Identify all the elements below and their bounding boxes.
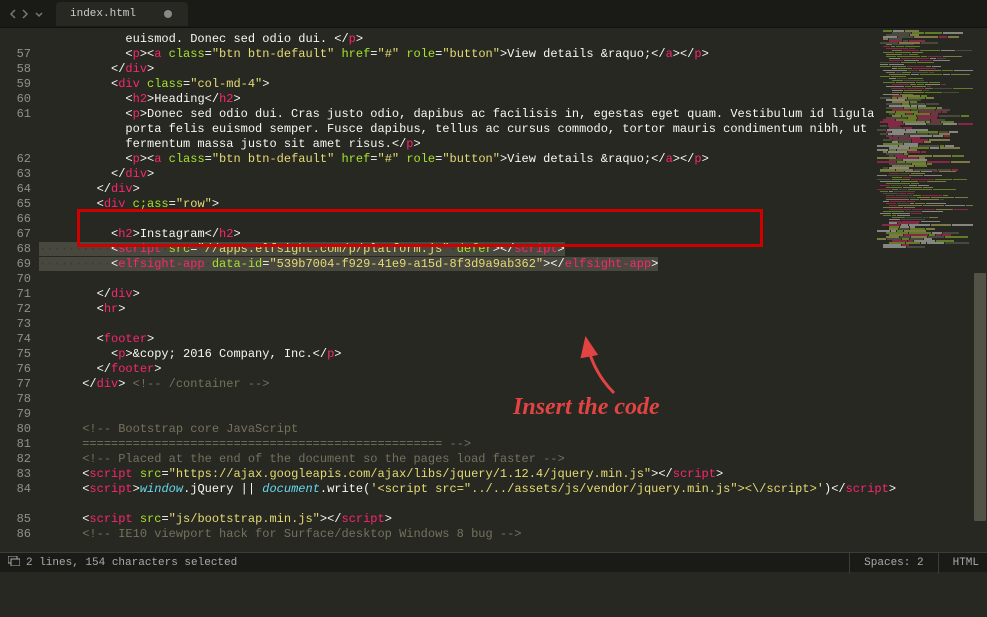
line-number: 71: [0, 287, 31, 302]
line-number: 62: [0, 152, 31, 167]
syntax-mode[interactable]: HTML: [953, 557, 979, 569]
line-number: [0, 32, 31, 47]
code-content[interactable]: euismod. Donec sed odio dui. </p> <p><a …: [39, 28, 987, 552]
code-line[interactable]: <footer>: [39, 332, 987, 347]
divider: [849, 553, 850, 573]
code-line[interactable]: </div>: [39, 182, 987, 197]
divider: [938, 553, 939, 573]
tab-bar: index.html: [0, 0, 987, 28]
code-line[interactable]: </div>: [39, 62, 987, 77]
code-line[interactable]: [39, 317, 987, 332]
code-line[interactable]: ··········<elfsight-app·data-id="539b700…: [39, 257, 987, 272]
code-line[interactable]: ··········<script·src="//apps.elfsight.c…: [39, 242, 987, 257]
line-number: 72: [0, 302, 31, 317]
line-number: 67: [0, 227, 31, 242]
line-number: 57: [0, 47, 31, 62]
code-line[interactable]: <script src="https://ajax.googleapis.com…: [39, 467, 987, 482]
line-number: 83: [0, 467, 31, 482]
line-number: 69: [0, 257, 31, 272]
nav-arrows: [0, 9, 52, 19]
code-line[interactable]: [39, 212, 987, 227]
code-line[interactable]: <p><a class="btn btn-default" href="#" r…: [39, 152, 987, 167]
line-number: 81: [0, 437, 31, 452]
line-number: [0, 122, 31, 137]
editor-area: 5758596061 626364656667686970717273747576…: [0, 28, 987, 552]
line-gutter: 5758596061 626364656667686970717273747576…: [0, 28, 39, 552]
line-number: 85: [0, 512, 31, 527]
code-line[interactable]: </div> <!-- /container -->: [39, 377, 987, 392]
code-line[interactable]: [39, 497, 987, 512]
line-number: [0, 497, 31, 512]
line-number: 65: [0, 197, 31, 212]
code-line[interactable]: <div c;ass="row">: [39, 197, 987, 212]
selection-status: 2 lines, 154 characters selected: [26, 557, 237, 569]
line-number: 73: [0, 317, 31, 332]
line-number: 80: [0, 422, 31, 437]
code-line[interactable]: <!-- Placed at the end of the document s…: [39, 452, 987, 467]
code-line[interactable]: <h2>Instagram</h2>: [39, 227, 987, 242]
forward-icon[interactable]: [20, 9, 30, 19]
code-line[interactable]: <p><a class="btn btn-default" href="#" r…: [39, 47, 987, 62]
tab-title: index.html: [70, 8, 136, 20]
scrollbar-thumb[interactable]: [974, 273, 986, 521]
line-number: 61: [0, 107, 31, 122]
tab-index-html[interactable]: index.html: [56, 2, 188, 26]
code-line[interactable]: ========================================…: [39, 437, 987, 452]
code-line[interactable]: <h2>Heading</h2>: [39, 92, 987, 107]
line-number: 77: [0, 377, 31, 392]
code-line[interactable]: porta felis euismod semper. Fusce dapibu…: [39, 122, 987, 137]
line-number: 84: [0, 482, 31, 497]
line-number: 75: [0, 347, 31, 362]
line-number: 76: [0, 362, 31, 377]
line-number: 79: [0, 407, 31, 422]
code-line[interactable]: [39, 407, 987, 422]
code-line[interactable]: </div>: [39, 167, 987, 182]
line-number: 74: [0, 332, 31, 347]
line-number: 86: [0, 527, 31, 542]
code-line[interactable]: <hr>: [39, 302, 987, 317]
code-line[interactable]: [39, 392, 987, 407]
indent-setting[interactable]: Spaces: 2: [864, 557, 923, 569]
code-line[interactable]: <!-- Bootstrap core JavaScript: [39, 422, 987, 437]
code-line[interactable]: <!-- IE10 viewport hack for Surface/desk…: [39, 527, 987, 542]
code-line[interactable]: <div class="col-md-4">: [39, 77, 987, 92]
line-number: 78: [0, 392, 31, 407]
line-number: 70: [0, 272, 31, 287]
code-line[interactable]: </div>: [39, 287, 987, 302]
selection-icon: [8, 556, 20, 570]
tab-modified-dot: [164, 10, 172, 18]
status-bar: 2 lines, 154 characters selected Spaces:…: [0, 552, 987, 572]
line-number: 59: [0, 77, 31, 92]
code-line[interactable]: [39, 272, 987, 287]
line-number: 66: [0, 212, 31, 227]
code-line[interactable]: euismod. Donec sed odio dui. </p>: [39, 32, 987, 47]
code-line[interactable]: <p>&copy; 2016 Company, Inc.</p>: [39, 347, 987, 362]
line-number: 82: [0, 452, 31, 467]
line-number: 68: [0, 242, 31, 257]
code-line[interactable]: </footer>: [39, 362, 987, 377]
line-number: 60: [0, 92, 31, 107]
code-line[interactable]: <script>window.jQuery || document.write(…: [39, 482, 987, 497]
line-number: 58: [0, 62, 31, 77]
code-line[interactable]: <p>Donec sed odio dui. Cras justo odio, …: [39, 107, 987, 122]
code-line[interactable]: <script src="js/bootstrap.min.js"></scri…: [39, 512, 987, 527]
line-number: 63: [0, 167, 31, 182]
back-icon[interactable]: [8, 9, 18, 19]
dropdown-icon[interactable]: [34, 9, 44, 19]
code-line[interactable]: fermentum massa justo sit amet risus.</p…: [39, 137, 987, 152]
scrollbar-track[interactable]: [974, 28, 987, 532]
line-number: [0, 137, 31, 152]
line-number: 64: [0, 182, 31, 197]
